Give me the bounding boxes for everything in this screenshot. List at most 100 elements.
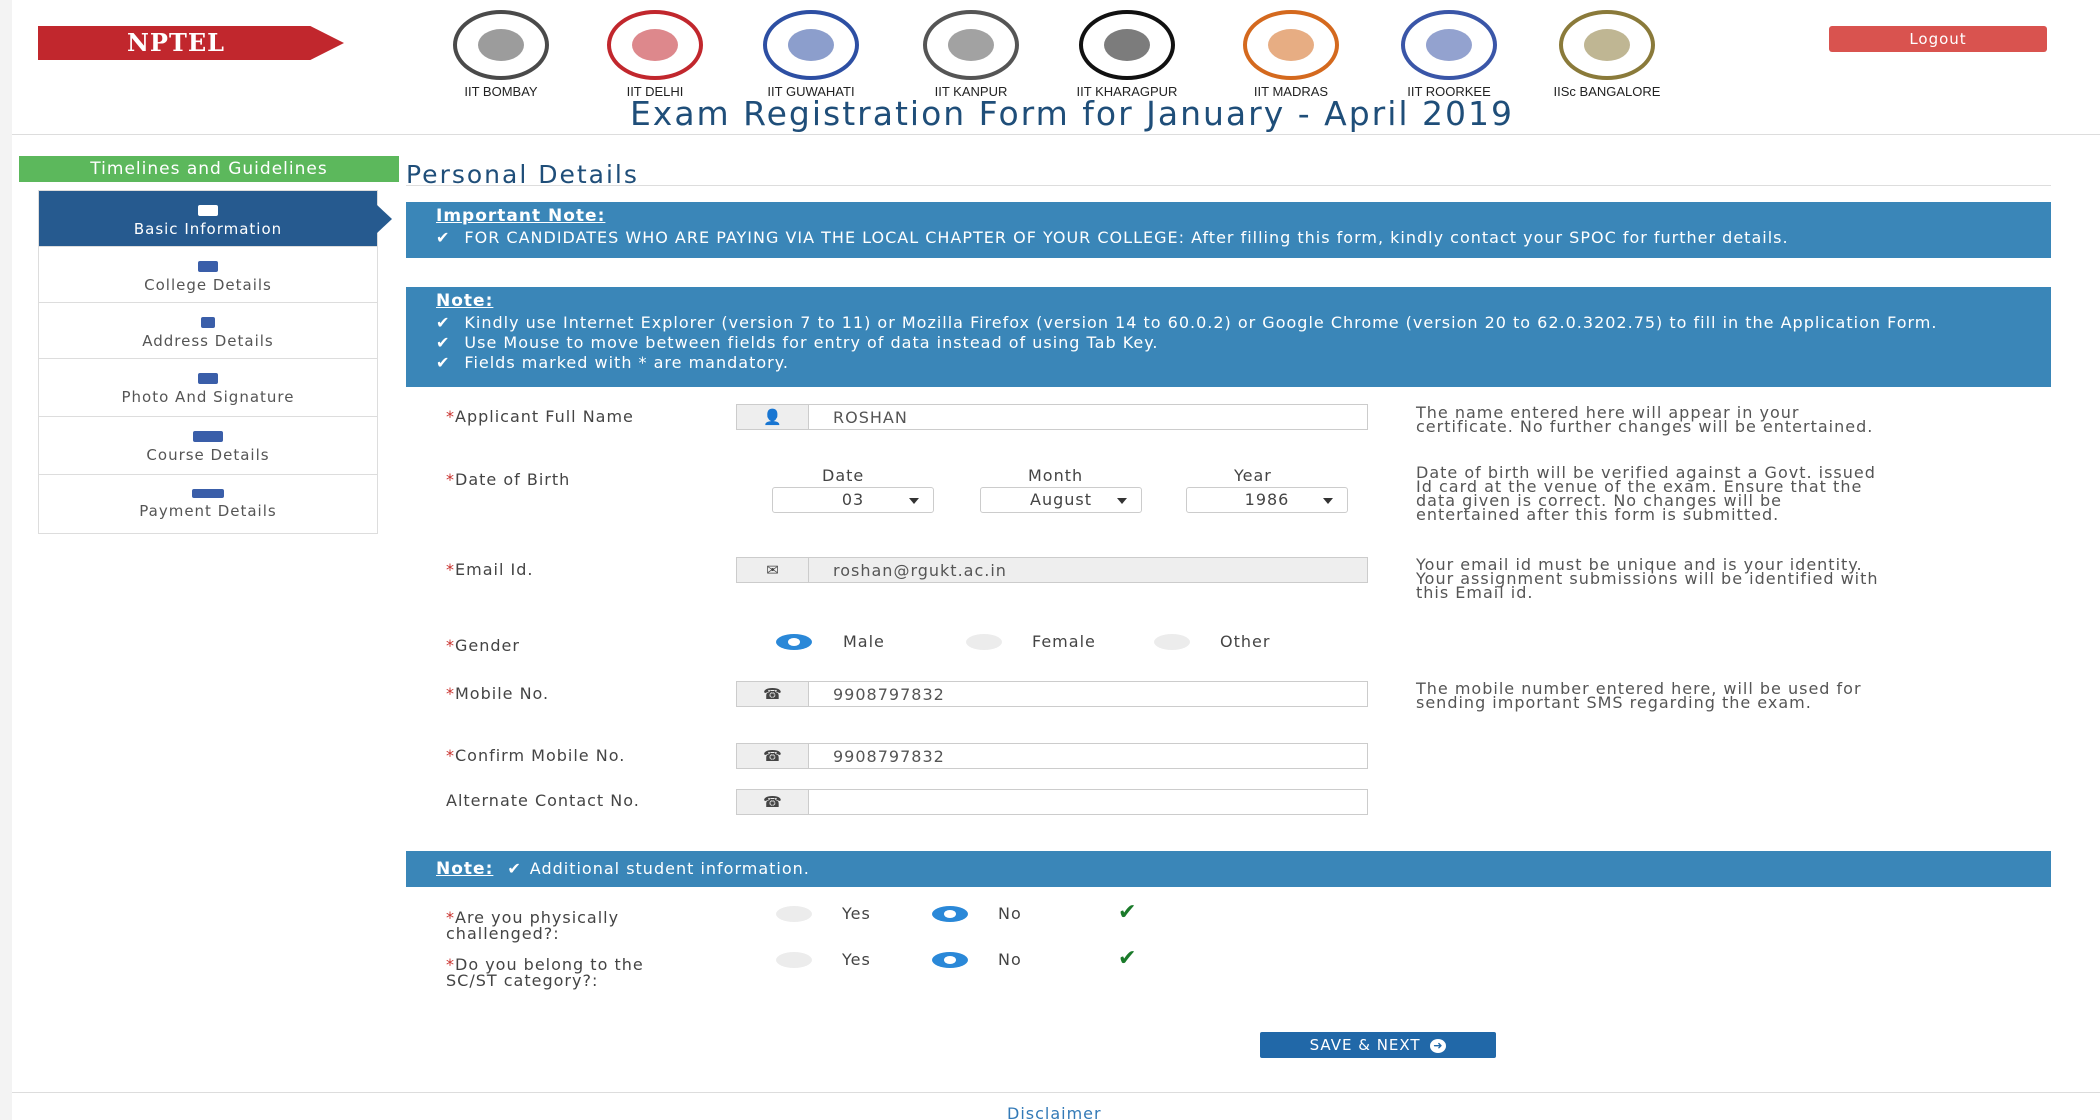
institute-seal-icon	[1401, 10, 1497, 80]
scst-yes-radio[interactable]	[776, 952, 812, 968]
institute-logo: IIT KANPUR	[906, 10, 1036, 99]
full-name-field: 👤	[736, 404, 1368, 430]
valid-check-icon: ✔	[1118, 946, 1137, 971]
additional-note-title: Note:	[436, 859, 494, 879]
credit-card-icon	[192, 489, 224, 498]
confirm-mobile-label: *Confirm Mobile No.	[446, 746, 626, 765]
sidebar-item-basic-information[interactable]: Basic Information	[39, 191, 392, 247]
note-title: Note:	[436, 291, 494, 311]
alt-contact-field: ☎	[736, 789, 1368, 815]
logout-button[interactable]: Logout	[1829, 26, 2047, 52]
email-label: *Email Id.	[446, 560, 534, 579]
dob-date-heading: Date	[822, 466, 865, 485]
list-icon	[193, 431, 223, 442]
envelope-icon: ✉	[737, 558, 809, 582]
physically-challenged-yes-radio[interactable]	[776, 906, 812, 922]
institute-logo: IIT BOMBAY	[436, 10, 566, 99]
mobile-field: ☎	[736, 681, 1368, 707]
physically-challenged-no-radio[interactable]	[932, 906, 968, 922]
dob-month-heading: Month	[1028, 466, 1084, 485]
physically-challenged-yes-label: Yes	[842, 904, 871, 923]
sidebar-item-label: Basic Information	[133, 220, 283, 238]
sidebar-item-label: Payment Details	[139, 502, 277, 520]
dob-label: *Date of Birth	[446, 470, 571, 489]
gender-female-radio[interactable]	[966, 634, 1002, 650]
gender-label: *Gender	[446, 636, 520, 655]
dob-year-heading: Year	[1234, 466, 1272, 485]
mobile-input[interactable]	[809, 682, 1367, 706]
picture-icon	[198, 373, 218, 384]
check-icon: ✔	[507, 859, 522, 878]
sidebar-item-label: College Details	[144, 276, 272, 294]
check-icon: ✔	[436, 333, 451, 352]
alt-contact-input[interactable]	[809, 790, 1367, 814]
page-title: Exam Registration Form for January - Apr…	[629, 94, 1515, 133]
institute-logo: IIT MADRAS	[1226, 10, 1356, 99]
scst-label: *Do you belong to the SC/ST category?:	[446, 955, 644, 990]
full-name-input[interactable]	[809, 405, 1367, 429]
email-help: Your email id must be unique and is your…	[1416, 555, 1879, 602]
note-line: Fields marked with * are mandatory.	[464, 353, 789, 372]
physically-challenged-label: *Are you physically challenged?:	[446, 908, 620, 943]
check-icon: ✔	[436, 313, 451, 332]
note-line: Kindly use Internet Explorer (version 7 …	[464, 313, 1938, 332]
sidebar-item-label: Course Details	[146, 446, 270, 464]
chevron-down-icon	[1117, 498, 1127, 504]
full-name-help: The name entered here will appear in you…	[1416, 403, 1874, 436]
institute-seal-icon	[1079, 10, 1175, 80]
institute-seal-icon	[923, 10, 1019, 80]
institution-icon	[198, 261, 218, 272]
institute-logo: IIT KHARAGPUR	[1062, 10, 1192, 99]
save-next-button[interactable]: SAVE & NEXT ➜	[1260, 1032, 1496, 1058]
institute-seal-icon	[453, 10, 549, 80]
email-field: ✉	[736, 557, 1368, 583]
additional-note-box: Note: ✔ Additional student information.	[406, 851, 2051, 887]
physically-challenged-no-label: No	[998, 904, 1022, 923]
check-icon: ✔	[436, 353, 451, 372]
scst-no-radio[interactable]	[932, 952, 968, 968]
id-card-icon	[198, 205, 218, 216]
additional-note-text: Additional student information.	[529, 859, 810, 878]
gender-male-radio[interactable]	[776, 634, 812, 650]
user-icon: 👤	[737, 405, 809, 429]
phone-icon: ☎	[737, 682, 809, 706]
dob-help: Date of birth will be verified against a…	[1416, 463, 1876, 524]
institute-logo: IIT DELHI	[590, 10, 720, 99]
gender-female-label: Female	[1032, 632, 1096, 651]
gender-other-radio[interactable]	[1154, 634, 1190, 650]
phone-icon: ☎	[737, 744, 809, 768]
note-box: Note: ✔ Kindly use Internet Explorer (ver…	[406, 287, 2051, 387]
chevron-down-icon	[909, 498, 919, 504]
dob-date-select[interactable]: 03	[772, 487, 934, 513]
scst-no-label: No	[998, 950, 1022, 969]
institute-seal-icon	[607, 10, 703, 80]
mobile-help: The mobile number entered here, will be …	[1416, 679, 1862, 712]
email-input[interactable]	[809, 558, 1367, 582]
sidebar-item-college-details[interactable]: College Details	[39, 247, 377, 303]
sidebar-item-address-details[interactable]: Address Details	[39, 303, 377, 359]
disclaimer-link[interactable]: Disclaimer	[1007, 1104, 1102, 1120]
footer-divider	[12, 1092, 2100, 1093]
important-note-title: Important Note:	[436, 206, 606, 226]
sidebar-item-course-details[interactable]: Course Details	[39, 417, 377, 475]
confirm-mobile-field: ☎	[736, 743, 1368, 769]
note-line: Use Mouse to move between fields for ent…	[464, 333, 1159, 352]
alt-contact-label: Alternate Contact No.	[446, 791, 640, 810]
nptel-logo[interactable]: NPTEL	[38, 26, 344, 60]
scst-yes-label: Yes	[842, 950, 871, 969]
timelines-guidelines-button[interactable]: Timelines and Guidelines	[19, 156, 399, 182]
institute-seal-icon	[1559, 10, 1655, 80]
institute-logo: IISc BANGALORE	[1542, 10, 1672, 99]
chevron-down-icon	[1323, 498, 1333, 504]
confirm-mobile-input[interactable]	[809, 744, 1367, 768]
dob-year-select[interactable]: 1986	[1186, 487, 1348, 513]
page: NPTEL IIT BOMBAY IIT DELHI IIT GUWAHATI IIT…	[12, 0, 2100, 1120]
save-next-label: SAVE & NEXT	[1309, 1036, 1421, 1054]
dob-month-select[interactable]: August	[980, 487, 1142, 513]
check-icon: ✔	[436, 228, 451, 247]
sidebar-item-payment-details[interactable]: Payment Details	[39, 475, 377, 533]
institute-seal-icon	[763, 10, 859, 80]
header-divider	[12, 134, 2100, 135]
sidebar-item-photo-signature[interactable]: Photo And Signature	[39, 359, 377, 417]
institute-logo: IIT ROORKEE	[1384, 10, 1514, 99]
